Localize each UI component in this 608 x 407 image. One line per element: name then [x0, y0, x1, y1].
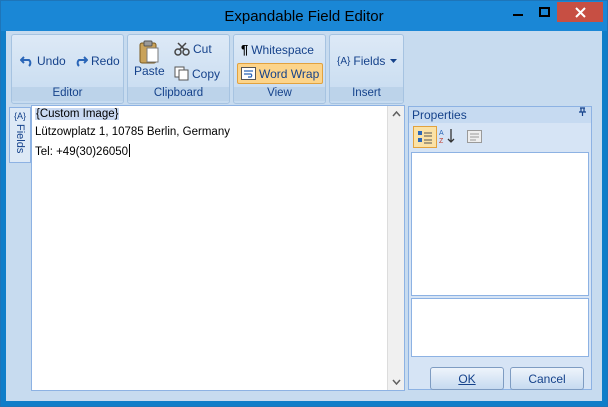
minimize-button[interactable] — [505, 2, 531, 22]
scroll-down-button[interactable] — [388, 374, 404, 390]
word-wrap-button[interactable]: Word Wrap — [237, 63, 324, 84]
pin-icon[interactable] — [578, 107, 587, 120]
copy-icon — [174, 66, 189, 81]
property-pages-icon — [466, 129, 482, 143]
categorized-view-button[interactable] — [413, 126, 437, 148]
text-caret — [129, 144, 131, 157]
property-pages-button[interactable] — [463, 126, 485, 146]
ribbon-group-view-label: View — [234, 87, 325, 101]
ok-label: OK — [458, 371, 476, 386]
title-bar[interactable]: Expandable Field Editor — [1, 1, 607, 31]
text-editor[interactable]: {Custom Image} Lützowplatz 1, 10785 Berl… — [31, 105, 405, 391]
cancel-label: Cancel — [528, 371, 566, 386]
paste-button[interactable]: Paste — [134, 40, 165, 78]
ribbon: Undo Redo Editor Paste Cut Copy Clipboar… — [11, 34, 597, 104]
cut-button[interactable]: Cut — [174, 42, 212, 56]
minimize-icon — [513, 14, 523, 16]
scissors-icon — [174, 42, 190, 56]
ribbon-group-editor: Undo Redo Editor — [11, 34, 124, 104]
paste-label: Paste — [134, 64, 165, 78]
alphabetical-sort-button[interactable]: AZ — [436, 126, 458, 146]
fields-tab-label: Fields — [14, 124, 26, 154]
custom-image-field-tag[interactable]: {Custom Image} — [35, 108, 120, 120]
undo-label: Undo — [37, 54, 66, 68]
chevron-up-icon — [391, 111, 401, 117]
chevron-down-icon — [391, 379, 401, 385]
pilcrow-icon: ¶ — [241, 42, 249, 57]
ribbon-group-clipboard: Paste Cut Copy Clipboard — [127, 34, 230, 104]
ribbon-group-insert-label: Insert — [330, 87, 403, 101]
whitespace-label: Whitespace — [251, 42, 314, 57]
copy-label: Copy — [192, 66, 221, 81]
maximize-button[interactable] — [531, 2, 557, 22]
fields-tab-icon: {A} — [13, 111, 26, 121]
cut-label: Cut — [193, 42, 212, 56]
editor-line: {Custom Image} — [35, 108, 120, 120]
ribbon-group-clipboard-label: Clipboard — [128, 87, 229, 101]
cancel-button[interactable]: Cancel — [510, 367, 584, 390]
editor-vertical-scrollbar[interactable] — [387, 106, 404, 390]
close-button[interactable] — [557, 2, 603, 22]
properties-title: Properties — [412, 108, 467, 122]
paste-icon — [139, 40, 159, 64]
fields-panel-tab[interactable]: {A} Fields — [9, 107, 31, 163]
redo-button[interactable]: Redo — [74, 54, 120, 68]
fields-label: Fields — [353, 54, 386, 68]
editor-line: Tel: +49(30)26050 — [35, 144, 131, 158]
copy-button[interactable]: Copy — [174, 66, 220, 81]
svg-text:Z: Z — [439, 138, 444, 144]
categorized-icon — [418, 131, 432, 144]
dialog-client-area: Undo Redo Editor Paste Cut Copy Clipboar… — [6, 31, 602, 401]
ribbon-group-insert: {A} Fields Insert — [329, 34, 404, 104]
properties-panel: Properties AZ — [408, 106, 592, 390]
ribbon-group-editor-label: Editor — [12, 87, 123, 101]
undo-icon — [20, 56, 32, 67]
svg-text:A: A — [439, 130, 444, 137]
redo-icon — [76, 56, 88, 67]
editor-line-text: Tel: +49(30)26050 — [35, 146, 129, 158]
ok-button[interactable]: OK — [430, 367, 504, 390]
redo-label: Redo — [91, 54, 120, 68]
property-grid[interactable] — [411, 152, 589, 296]
ribbon-group-view: ¶ Whitespace Word Wrap View — [233, 34, 326, 104]
properties-header: Properties — [409, 107, 591, 123]
close-icon — [574, 6, 586, 18]
sort-az-icon: AZ — [439, 129, 455, 144]
word-wrap-icon — [241, 67, 256, 80]
maximize-icon — [538, 7, 550, 17]
dialog-window: Expandable Field Editor Undo Redo Editor… — [0, 0, 608, 407]
word-wrap-label: Word Wrap — [259, 66, 320, 81]
fields-icon: {A} — [337, 55, 351, 67]
chevron-down-icon — [390, 59, 398, 63]
undo-button[interactable]: Undo — [20, 54, 66, 68]
fields-dropdown-button[interactable]: {A} Fields — [337, 54, 398, 68]
scroll-up-button[interactable] — [388, 106, 404, 122]
property-description — [411, 298, 589, 357]
whitespace-button[interactable]: ¶ Whitespace — [241, 42, 314, 57]
editor-line: Lützowplatz 1, 10785 Berlin, Germany — [35, 126, 230, 138]
